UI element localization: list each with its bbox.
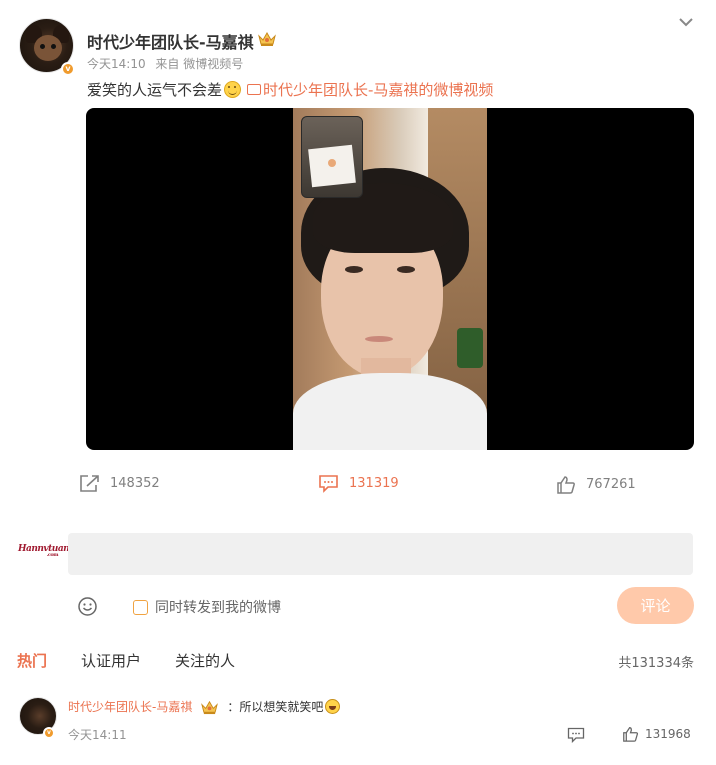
comment-icon [319, 475, 338, 493]
crown-icon [258, 31, 276, 46]
smile-icon [224, 81, 242, 98]
video-plant [457, 328, 483, 368]
comment-text: ：所以想笑就笑吧 [227, 700, 324, 714]
tab-following[interactable]: 关注的人 [175, 650, 235, 671]
commenter-avatar: Hannvtuan .com [18, 544, 70, 558]
share-icon [80, 475, 99, 492]
video-link-label: 时代少年团队长-马嘉祺的微博视频 [263, 81, 494, 99]
video-pip-window[interactable] [301, 116, 363, 198]
comment-button[interactable]: 131319 [318, 474, 399, 493]
post-body: 爱笑的人运气不会差 [87, 81, 223, 99]
post-text: 爱笑的人运气不会差 时代少年团队长-马嘉祺的微博视频 [87, 79, 493, 100]
post-source: 来自 微博视频号 [155, 57, 244, 71]
total-comments: 共131334条 [618, 656, 694, 671]
repost-option[interactable]: 同时转发到我的微博 [133, 597, 281, 617]
like-count: 767261 [586, 477, 636, 492]
like-button[interactable]: 767261 [556, 475, 636, 494]
tab-verified-users[interactable]: 认证用户 [81, 650, 141, 671]
commenter-logo-text: Hannvtuan [18, 544, 70, 554]
comment-input[interactable] [68, 533, 693, 575]
tab-hot[interactable]: 热门 [17, 650, 47, 671]
avatar-eye [40, 44, 45, 49]
comment-time: 今天14:11 [68, 728, 127, 742]
comment-count: 131319 [349, 476, 399, 491]
submit-comment-button[interactable]: 评论 [617, 587, 694, 624]
like-icon [623, 727, 639, 742]
share-count: 148352 [110, 476, 160, 491]
verified-badge: v [43, 727, 55, 739]
video-player[interactable] [86, 108, 694, 450]
comment-tabs: 热门 认证用户 关注的人 [17, 650, 269, 671]
author-name[interactable]: 时代少年团队长-马嘉祺 [87, 29, 254, 53]
avatar-eye [51, 44, 56, 49]
comment-like-count: 131968 [645, 727, 691, 741]
pip-ink [328, 159, 336, 167]
avatar-face [34, 35, 62, 61]
comment-icon[interactable] [567, 727, 585, 743]
comment-content: 时代少年团队长-马嘉祺 ：所以想笑就笑吧 [68, 698, 341, 715]
verified-badge: v [61, 62, 75, 76]
video-shirt [293, 373, 487, 450]
laugh-icon [325, 699, 341, 714]
post-meta: 今天14:10 来自 微博视频号 [87, 55, 249, 72]
video-icon [247, 84, 262, 95]
share-button[interactable]: 148352 [79, 474, 160, 493]
emoji-icon[interactable] [77, 596, 98, 617]
video-eye [397, 266, 415, 273]
repost-label: 同时转发到我的微博 [155, 600, 281, 616]
video-eye [345, 266, 363, 273]
like-icon [557, 476, 575, 494]
comment-like-button[interactable]: 131968 [622, 726, 691, 742]
video-link[interactable]: 时代少年团队长-马嘉祺的微博视频 [247, 79, 493, 100]
repost-checkbox[interactable] [133, 599, 148, 615]
video-frame [293, 108, 487, 450]
crown-icon [201, 700, 219, 714]
post-time[interactable]: 今天14:10 [87, 57, 146, 71]
video-mouth [365, 336, 393, 342]
chevron-down-icon[interactable] [678, 14, 694, 30]
comment-author[interactable]: 时代少年团队长-马嘉祺 [68, 698, 192, 715]
